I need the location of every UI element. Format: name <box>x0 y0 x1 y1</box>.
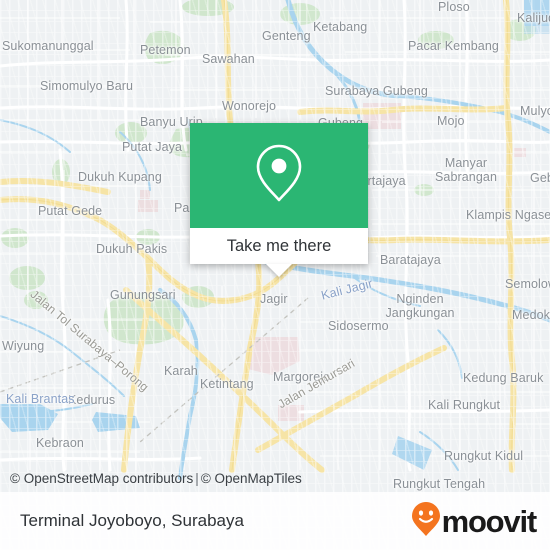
map-place-label: Klampis Ngasem <box>466 208 550 222</box>
map-place-label: Wiyung <box>2 339 45 353</box>
map-place-label: Gebang <box>530 171 550 185</box>
map-place-label: Simomulyo Baru <box>40 79 134 93</box>
map-place-label: Pacar Kembang <box>408 39 499 53</box>
map-water-label-kali-brantas: Kali Brantas <box>6 392 75 406</box>
map-place-label: Kalijudan <box>517 11 550 25</box>
map-place-label: Petemon <box>140 43 191 57</box>
map-place-label: Rungkut Tengah <box>393 477 486 491</box>
map-place-label: Medokan Sempir <box>512 308 550 322</box>
map-place-label: Surabaya Gubeng <box>325 84 428 98</box>
map-place-label: Semolowaru <box>505 277 550 291</box>
map-place-label: Pa <box>174 201 190 215</box>
map-place-label: Putat Gede <box>38 204 103 218</box>
map-place-label: Karah <box>164 364 198 378</box>
location-pin-icon <box>254 142 304 209</box>
take-me-there-button[interactable]: Take me there <box>190 228 368 264</box>
map-place-label: Ketabang <box>313 20 368 34</box>
page-title: Terminal Joyoboyo, Surabaya <box>20 511 244 530</box>
footer-bar: Terminal Joyoboyo, Surabaya moovit <box>0 492 550 550</box>
map-viewport[interactable]: Sukomanunggal Petemon Sawahan Genteng Ketaba… <box>0 0 550 550</box>
map-place-label: Nginden Jangkungan <box>385 292 455 320</box>
map-place-label: Kedurus <box>68 393 116 407</box>
map-place-label: Kebraon <box>36 436 84 450</box>
moovit-smiley-pin-icon <box>411 501 441 542</box>
map-place-label: Manyar Sabrangan <box>434 156 498 184</box>
attribution-separator: | <box>195 471 199 486</box>
map-place-label: Mojo <box>437 114 465 128</box>
map-place-label: Sukomanunggal <box>2 39 94 53</box>
map-place-label: Dukuh Pakis <box>96 242 168 256</box>
attribution-osm[interactable]: © OpenStreetMap contributors <box>10 471 193 486</box>
moovit-logo[interactable]: moovit <box>411 501 550 542</box>
map-place-label: Putat Jaya <box>122 140 183 154</box>
map-place-label: Kedung Baruk <box>463 371 544 385</box>
map-place-label: Gunungsari <box>110 288 176 302</box>
popup-tail-pointer <box>266 264 292 277</box>
map-place-label: Dukuh Kupang <box>78 170 162 184</box>
map-place-label: Rungkut Kidul <box>444 449 524 463</box>
map-place-label: Baratajaya <box>380 253 441 267</box>
map-place-label: Kali Rungkut <box>428 398 501 412</box>
map-place-label: Genteng <box>262 29 311 43</box>
popup-header <box>190 123 368 228</box>
map-attribution: © OpenStreetMap contributors | © OpenMapTi… <box>10 471 302 486</box>
map-place-label: Wonorejo <box>222 99 277 113</box>
location-popup-card[interactable]: Take me there <box>190 123 368 277</box>
take-me-there-label: Take me there <box>226 236 332 255</box>
map-place-label: Sawahan <box>202 52 255 66</box>
map-place-label: Ketintang <box>200 377 254 391</box>
attribution-openmaptiles[interactable]: © OpenMapTiles <box>201 471 302 486</box>
map-place-label: Ploso <box>438 0 470 14</box>
map-place-label: Sidosermo <box>328 319 389 333</box>
map-screenshot: Sukomanunggal Petemon Sawahan Genteng Ketaba… <box>0 0 550 550</box>
map-place-label: Mulyorejo <box>520 104 550 118</box>
map-place-label: Jagir <box>260 292 288 306</box>
moovit-wordmark: moovit <box>441 503 538 539</box>
